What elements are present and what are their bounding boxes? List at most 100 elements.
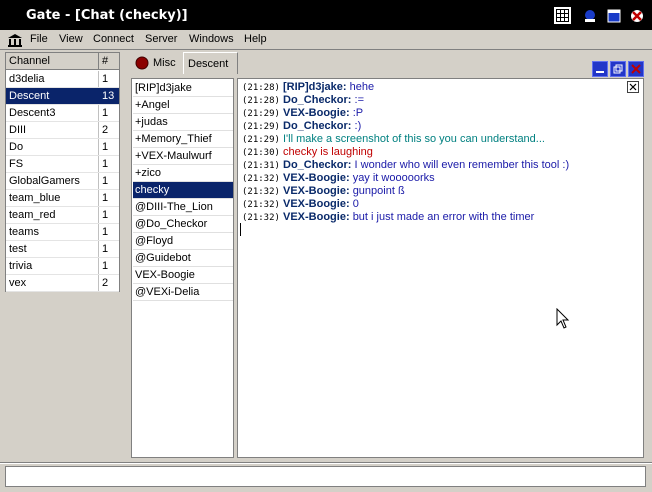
user-nick: +zico [135, 167, 161, 179]
chat-message: checky is laughing [283, 146, 373, 158]
chat-line: (21:32) VEX-Boogie: but i just made an e… [242, 211, 534, 224]
app-menu-icon[interactable] [7, 33, 23, 47]
menu-connect[interactable]: Connect [93, 33, 134, 45]
menu-view[interactable]: View [59, 33, 83, 45]
channel-row[interactable]: d3delia 1 [6, 71, 119, 88]
chat-nick[interactable]: VEX-Boogie: [283, 198, 350, 210]
user-list-item[interactable]: @Guidebot [133, 250, 233, 267]
channel-row[interactable]: test 1 [6, 241, 119, 258]
channel-user-count: 1 [102, 73, 109, 85]
chat-nick[interactable]: VEX-Boogie: [283, 185, 350, 197]
chat-timestamp: (21:29) [242, 135, 280, 145]
window-title: Gate - [Chat (checky)] [26, 8, 188, 23]
channel-name: Do [9, 141, 24, 153]
user-nick: +Memory_Thief [135, 133, 212, 145]
channel-row[interactable]: team_red 1 [6, 207, 119, 224]
menu-help[interactable]: Help [244, 33, 267, 45]
channel-row[interactable]: DIII 2 [6, 122, 119, 139]
column-divider [98, 190, 99, 207]
channel-row[interactable]: FS 1 [6, 156, 119, 173]
chat-message: but i just made an error with the timer [352, 211, 535, 223]
chat-timestamp: (21:32) [242, 200, 280, 210]
column-divider [98, 53, 99, 70]
user-nick: @Do_Checkor [135, 218, 208, 230]
minimize-icon[interactable] [580, 6, 599, 25]
chat-close-icon[interactable] [627, 81, 639, 93]
menu-server[interactable]: Server [145, 33, 177, 45]
chat-nick[interactable]: Do_Checkor: [283, 94, 351, 106]
channel-row[interactable]: team_blue 1 [6, 190, 119, 207]
count-column-header[interactable]: # [102, 55, 108, 67]
channel-row[interactable]: vex 2 [6, 275, 119, 292]
chat-nick[interactable]: VEX-Boogie: [283, 172, 350, 184]
chat-nick[interactable]: Do_Checkor: [283, 120, 351, 132]
channel-name: FS [9, 158, 24, 170]
chat-nick[interactable]: Do_Checkor: [283, 159, 351, 171]
column-divider [98, 258, 99, 275]
title-bar[interactable]: Gate - [Chat (checky)] [0, 0, 652, 30]
chat-nick[interactable]: [RIP]d3jake: [283, 81, 347, 93]
chat-timestamp: (21:32) [242, 187, 280, 197]
maximize-icon[interactable] [604, 6, 623, 25]
user-list-item[interactable]: +Angel [133, 97, 233, 114]
user-list-item[interactable]: +Memory_Thief [133, 131, 233, 148]
channel-row[interactable]: GlobalGamers 1 [6, 173, 119, 190]
menu-windows[interactable]: Windows [189, 33, 234, 45]
channel-user-count: 2 [102, 124, 109, 136]
channel-user-count: 1 [102, 209, 109, 221]
chat-message: I wonder who will even remember this too… [354, 159, 570, 171]
column-divider [98, 275, 99, 292]
user-nick: [RIP]d3jake [135, 82, 192, 94]
chat-timestamp: (21:32) [242, 213, 280, 223]
channel-row[interactable]: Descent3 1 [6, 105, 119, 122]
chat-nick[interactable]: VEX-Boogie: [283, 211, 350, 223]
user-list-item[interactable]: +zico [133, 165, 233, 182]
user-nick: VEX-Boogie [135, 269, 195, 281]
column-divider [98, 139, 99, 156]
user-list-item[interactable]: @DIII-The_Lion [133, 199, 233, 216]
channel-row[interactable]: Descent 13 [6, 88, 119, 105]
user-list-item[interactable]: @Floyd [133, 233, 233, 250]
chat-line: (21:28) [RIP]d3jake: hehe [242, 81, 374, 94]
user-list-item[interactable]: @Do_Checkor [133, 216, 233, 233]
channel-column-header[interactable]: Channel [9, 55, 50, 67]
chat-message: gunpoint ß [352, 185, 405, 197]
channel-name: test [9, 243, 27, 255]
user-list-item[interactable]: VEX-Boogie [133, 267, 233, 284]
chat-log[interactable]: (21:28) [RIP]d3jake: hehe (21:28) Do_Chec… [237, 78, 644, 458]
user-nick: +judas [135, 116, 168, 128]
user-list-item[interactable]: @VEXi-Delia [133, 284, 233, 301]
channel-row[interactable]: trivia 1 [6, 258, 119, 275]
tab-misc-label: Misc [153, 57, 176, 69]
channel-name: trivia [9, 260, 33, 272]
channel-list: Channel # d3delia 1 Descent 13 Descent3 1 DIII… [5, 52, 120, 292]
user-list: [RIP]d3jake +Angel +judas +Memory_Thief +VEX… [131, 78, 234, 458]
menu-file[interactable]: File [30, 33, 48, 45]
chat-line: (21:31) Do_Checkor: I wonder who will ev… [242, 159, 569, 172]
user-list-item[interactable]: +VEX-Maulwurf [133, 148, 233, 165]
user-nick: @Floyd [135, 235, 174, 247]
user-list-item[interactable]: [RIP]d3jake [133, 80, 233, 97]
channel-name: teams [9, 226, 39, 238]
user-list-item[interactable]: +judas [133, 114, 233, 131]
channel-user-count: 1 [102, 226, 109, 238]
user-list-item[interactable]: checky [133, 182, 233, 199]
column-divider [98, 207, 99, 224]
chat-message: := [354, 94, 365, 106]
channel-list-header: Channel # [6, 53, 119, 70]
channel-name: Descent [9, 90, 50, 102]
user-nick: @DIII-The_Lion [135, 201, 213, 213]
channel-row[interactable]: teams 1 [6, 224, 119, 241]
channel-row[interactable]: Do 1 [6, 139, 119, 156]
chat-timestamp: (21:28) [242, 96, 280, 106]
channel-user-count: 1 [102, 192, 109, 204]
chat-nick[interactable]: VEX-Boogie: [283, 107, 350, 119]
tab-misc[interactable]: Misc [131, 52, 183, 74]
grid-icon[interactable] [553, 6, 572, 25]
user-nick: @Guidebot [135, 252, 191, 264]
close-icon[interactable] [627, 6, 646, 25]
message-input[interactable] [5, 466, 646, 487]
chat-message: yay it wooooorks [352, 172, 435, 184]
tab-descent[interactable]: Descent [183, 52, 238, 74]
channel-user-count: 2 [102, 277, 109, 289]
